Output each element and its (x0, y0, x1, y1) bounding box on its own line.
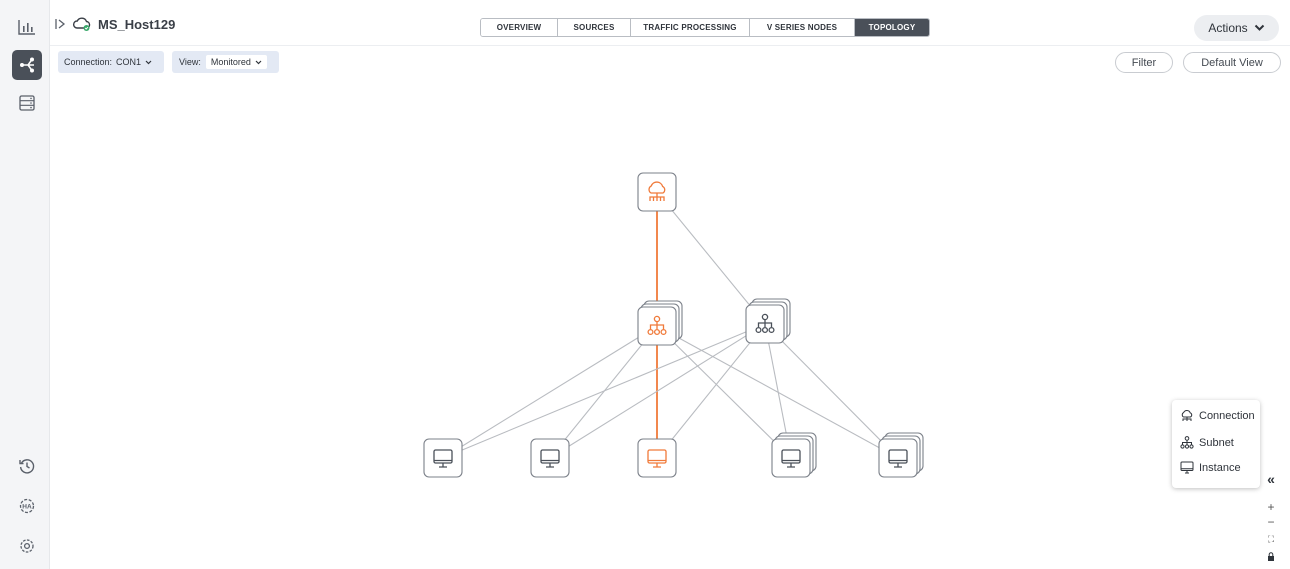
instance-node-instance-2[interactable] (530, 438, 570, 478)
filter-button[interactable]: Filter (1115, 52, 1173, 73)
connection-value: CON1 (116, 57, 142, 67)
actions-label: Actions (1208, 21, 1248, 35)
chevron-down-icon (1254, 24, 1264, 31)
settings-icon[interactable] (12, 531, 42, 561)
edge-subnet-1-to-instance-4 (656, 325, 792, 459)
chart-icon[interactable] (12, 12, 42, 42)
tab-sources[interactable]: SOURCES (558, 19, 631, 36)
instance-node-instance-4[interactable] (771, 432, 817, 478)
subnet-node-subnet-1[interactable] (637, 300, 683, 346)
node-box (878, 438, 918, 478)
chevron-down-icon (255, 60, 262, 64)
edge-subnet-1-to-instance-2 (549, 325, 658, 459)
topology-icon[interactable] (12, 50, 42, 80)
subnet-icon (1180, 436, 1194, 449)
cloud-status-icon (72, 17, 91, 31)
node-box (637, 438, 677, 478)
collapse-legend-icon[interactable]: « (1262, 470, 1280, 488)
ha-gear-icon[interactable]: HA (12, 491, 42, 521)
view-dropdown[interactable]: Monitored (205, 55, 267, 69)
server-icon[interactable] (12, 88, 42, 118)
top-bar: MS_Host129 OVERVIEW SOURCES TRAFFIC PROC… (50, 0, 1290, 46)
instance-icon (1180, 461, 1194, 474)
zoom-in-icon[interactable]: + (1262, 500, 1280, 514)
tab-overview[interactable]: OVERVIEW (481, 19, 558, 36)
actions-button[interactable]: Actions (1194, 15, 1279, 41)
subnet-node-subnet-2[interactable] (745, 298, 791, 344)
legend-instance-label: Instance (1199, 461, 1241, 474)
legend-item-instance: Instance (1180, 461, 1241, 474)
view-value: Monitored (210, 57, 251, 67)
view-label: View: (179, 57, 201, 67)
chevron-down-icon (145, 60, 152, 64)
svg-text:HA: HA (22, 504, 32, 511)
node-box (530, 438, 570, 478)
host-name: MS_Host129 (98, 16, 176, 32)
lock-icon[interactable] (1262, 549, 1280, 563)
expand-panel-icon[interactable] (54, 18, 66, 30)
node-box (771, 438, 811, 478)
topology-canvas[interactable] (50, 74, 1290, 569)
default-view-button[interactable]: Default View (1183, 52, 1281, 73)
legend-item-subnet: Subnet (1180, 436, 1234, 449)
node-box (637, 172, 677, 212)
legend-panel: Connection Subnet Instance (1172, 400, 1260, 488)
connection-selector[interactable]: Connection: CON1 (58, 51, 164, 73)
host-breadcrumb: MS_Host129 (54, 16, 175, 32)
view-selector[interactable]: View: Monitored (172, 51, 279, 73)
legend-connection-label: Connection (1199, 410, 1255, 422)
tab-bar: OVERVIEW SOURCES TRAFFIC PROCESSING V SE… (480, 18, 930, 37)
instance-node-instance-1[interactable] (423, 438, 463, 478)
legend-subnet-label: Subnet (1199, 436, 1234, 449)
tab-traffic-processing[interactable]: TRAFFIC PROCESSING (631, 19, 750, 36)
connection-label: Connection: (64, 57, 113, 67)
left-sidebar: HA (0, 0, 50, 569)
connection-node-connection[interactable] (637, 172, 677, 212)
fit-view-icon[interactable]: ⛶ (1262, 532, 1280, 546)
zoom-out-icon[interactable]: − (1262, 515, 1280, 529)
edge-subnet-1-to-instance-1 (442, 325, 658, 459)
instance-node-instance-3[interactable] (637, 438, 677, 478)
edge-subnet-2-to-instance-1 (442, 323, 766, 459)
nodes-layer (423, 172, 924, 478)
instance-node-instance-5[interactable] (878, 432, 924, 478)
tab-topology[interactable]: TOPOLOGY (855, 19, 929, 36)
legend-item-connection: Connection (1180, 410, 1255, 422)
history-icon[interactable] (12, 451, 42, 481)
tab-v-series-nodes[interactable]: V SERIES NODES (750, 19, 855, 36)
node-box (423, 438, 463, 478)
connection-icon (1181, 410, 1193, 421)
